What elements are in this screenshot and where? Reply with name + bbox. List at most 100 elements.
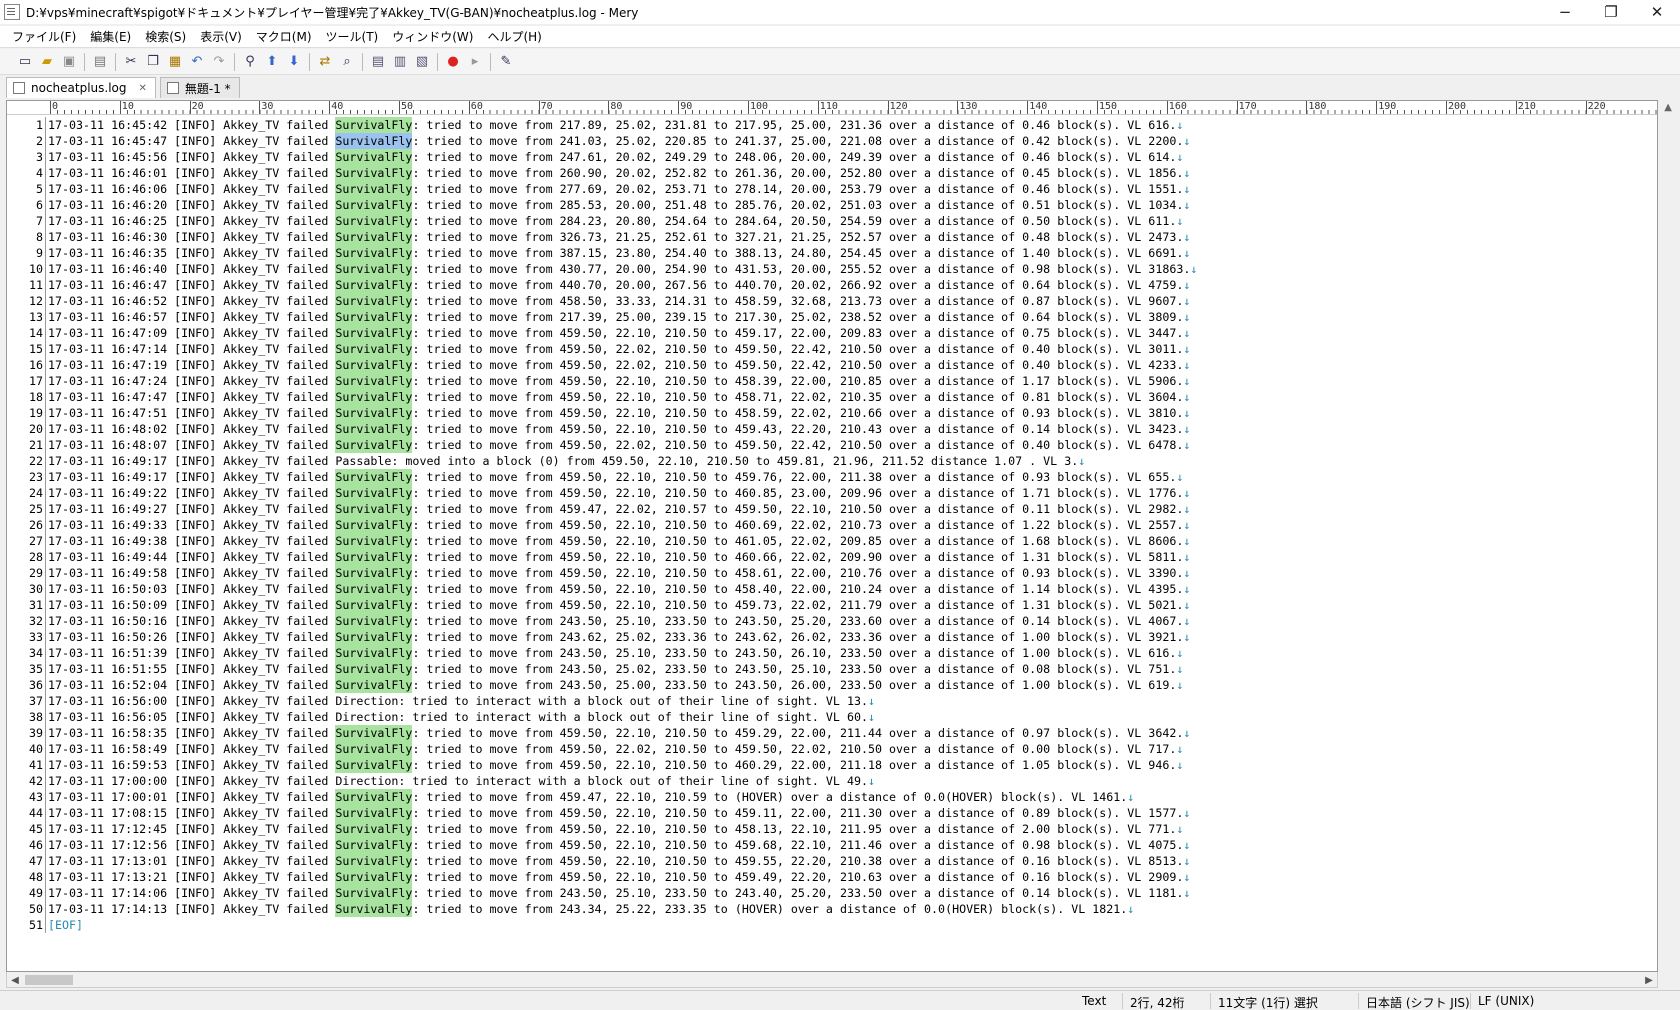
editor-line[interactable]: 49 17-03-11 17:14:06 [INFO] Akkey_TV fail… <box>7 885 1657 901</box>
editor-lines[interactable]: 1 17-03-11 16:45:42 [INFO] Akkey_TV faile… <box>7 117 1657 933</box>
status-encoding[interactable]: 日本語 (シフト JIS) <box>1366 994 1470 1010</box>
editor-line[interactable]: 22 17-03-11 16:49:17 [INFO] Akkey_TV fail… <box>7 453 1657 469</box>
editor-line[interactable]: 44 17-03-11 17:08:15 [INFO] Akkey_TV fail… <box>7 805 1657 821</box>
find-icon[interactable]: ⚲ <box>239 51 261 73</box>
editor-line[interactable]: 20 17-03-11 16:48:02 [INFO] Akkey_TV fail… <box>7 421 1657 437</box>
editor-line[interactable]: 48 17-03-11 17:13:21 [INFO] Akkey_TV fail… <box>7 869 1657 885</box>
new-file-icon[interactable]: ▭ <box>14 51 36 73</box>
editor-line[interactable]: 6 17-03-11 16:46:20 [INFO] Akkey_TV faile… <box>7 197 1657 213</box>
editor-line[interactable]: 39 17-03-11 16:58:35 [INFO] Akkey_TV fail… <box>7 725 1657 741</box>
print-icon[interactable]: ▤ <box>89 51 111 73</box>
editor-line[interactable]: 9 17-03-11 16:46:35 [INFO] Akkey_TV faile… <box>7 245 1657 261</box>
text-editor[interactable]: 0 10 20 30 40 50 60 70 80 90 100 110 120 130 140 150 160… <box>6 100 1658 972</box>
newline-marker: ↓ <box>1183 854 1191 868</box>
menu-view[interactable]: 表示(V) <box>198 26 244 47</box>
view-3-icon[interactable]: ▧ <box>411 51 433 73</box>
editor-line[interactable]: 15 17-03-11 16:47:14 [INFO] Akkey_TV fail… <box>7 341 1657 357</box>
status-line-ending[interactable]: LF (UNIX) <box>1478 994 1534 1008</box>
editor-line[interactable]: 11 17-03-11 16:46:47 [INFO] Akkey_TV fail… <box>7 277 1657 293</box>
undo-icon[interactable]: ↶ <box>186 51 208 73</box>
view-2-icon[interactable]: ▥ <box>389 51 411 73</box>
editor-line[interactable]: 19 17-03-11 16:47:51 [INFO] Akkey_TV fail… <box>7 405 1657 421</box>
editor-line[interactable]: 25 17-03-11 16:49:27 [INFO] Akkey_TV fail… <box>7 501 1657 517</box>
editor-line[interactable]: 30 17-03-11 16:50:03 [INFO] Akkey_TV fail… <box>7 581 1657 597</box>
editor-line[interactable]: 51 [EOF] <box>7 917 1657 933</box>
editor-line[interactable]: 12 17-03-11 16:46:52 [INFO] Akkey_TV fail… <box>7 293 1657 309</box>
menu-window[interactable]: ウィンドウ(W) <box>390 26 475 47</box>
editor-line[interactable]: 10 17-03-11 16:46:40 [INFO] Akkey_TV fail… <box>7 261 1657 277</box>
editor-line[interactable]: 14 17-03-11 16:47:09 [INFO] Akkey_TV fail… <box>7 325 1657 341</box>
menu-file[interactable]: ファイル(F) <box>10 26 78 47</box>
tab-close-icon[interactable]: ✕ <box>139 83 147 94</box>
editor-line[interactable]: 16 17-03-11 16:47:19 [INFO] Akkey_TV fail… <box>7 357 1657 373</box>
editor-line[interactable]: 2 17-03-11 16:45:47 [INFO] Akkey_TV faile… <box>7 133 1657 149</box>
editor-line[interactable]: 50 17-03-11 17:14:13 [INFO] Akkey_TV fail… <box>7 901 1657 917</box>
menu-help[interactable]: ヘルプ(H) <box>485 26 543 47</box>
replace-icon[interactable]: ⇄ <box>314 51 336 73</box>
editor-line[interactable]: 13 17-03-11 16:46:57 [INFO] Akkey_TV fail… <box>7 309 1657 325</box>
menu-tools[interactable]: ツール(T) <box>324 26 381 47</box>
editor-line[interactable]: 8 17-03-11 16:46:30 [INFO] Akkey_TV faile… <box>7 229 1657 245</box>
cut-icon[interactable]: ✂ <box>120 51 142 73</box>
editor-line[interactable]: 36 17-03-11 16:52:04 [INFO] Akkey_TV fail… <box>7 677 1657 693</box>
tab-nocheatplus-log[interactable]: nocheatplus.log ✕ <box>6 77 156 98</box>
tools-icon[interactable]: ✎ <box>495 51 517 73</box>
editor-line[interactable]: 33 17-03-11 16:50:26 [INFO] Akkey_TV fail… <box>7 629 1657 645</box>
editor-line[interactable]: 7 17-03-11 16:46:25 [INFO] Akkey_TV faile… <box>7 213 1657 229</box>
editor-line[interactable]: 24 17-03-11 16:49:22 [INFO] Akkey_TV fail… <box>7 485 1657 501</box>
editor-line[interactable]: 46 17-03-11 17:12:56 [INFO] Akkey_TV fail… <box>7 837 1657 853</box>
editor-line[interactable]: 41 17-03-11 16:59:53 [INFO] Akkey_TV fail… <box>7 757 1657 773</box>
editor-line[interactable]: 18 17-03-11 16:47:47 [INFO] Akkey_TV fail… <box>7 389 1657 405</box>
editor-line[interactable]: 5 17-03-11 16:46:06 [INFO] Akkey_TV faile… <box>7 181 1657 197</box>
horizontal-scrollbar[interactable]: ◀ ▶ <box>6 972 1658 988</box>
scroll-right-icon[interactable]: ▶ <box>1641 972 1657 988</box>
maximize-button[interactable]: ❐ <box>1588 0 1634 24</box>
find-next-icon[interactable]: ⬇ <box>283 51 305 73</box>
redo-icon[interactable]: ↷ <box>208 51 230 73</box>
editor-line[interactable]: 27 17-03-11 16:49:38 [INFO] Akkey_TV fail… <box>7 533 1657 549</box>
scroll-thumb[interactable] <box>25 975 73 985</box>
status-position[interactable]: 2行, 42桁 <box>1130 994 1185 1010</box>
menu-macro[interactable]: マクロ(M) <box>254 26 314 47</box>
editor-line[interactable]: 34 17-03-11 16:51:39 [INFO] Akkey_TV fail… <box>7 645 1657 661</box>
line-text: 17-03-11 17:00:01 [INFO] Akkey_TV failed <box>48 790 336 804</box>
editor-line[interactable]: 31 17-03-11 16:50:09 [INFO] Akkey_TV fail… <box>7 597 1657 613</box>
search-files-icon[interactable]: ⌕ <box>336 51 358 73</box>
editor-line[interactable]: 47 17-03-11 17:13:01 [INFO] Akkey_TV fail… <box>7 853 1657 869</box>
editor-line[interactable]: 29 17-03-11 16:49:58 [INFO] Akkey_TV fail… <box>7 565 1657 581</box>
record-macro-icon[interactable]: ● <box>442 51 464 73</box>
editor-line[interactable]: 28 17-03-11 16:49:44 [INFO] Akkey_TV fail… <box>7 549 1657 565</box>
tab-untitled-1[interactable]: 無題-1 * <box>159 77 240 98</box>
scroll-left-icon[interactable]: ◀ <box>7 972 23 988</box>
editor-line[interactable]: 23 17-03-11 16:49:17 [INFO] Akkey_TV fail… <box>7 469 1657 485</box>
copy-icon[interactable]: ❐ <box>142 51 164 73</box>
view-1-icon[interactable]: ▤ <box>367 51 389 73</box>
editor-line[interactable]: 17 17-03-11 16:47:24 [INFO] Akkey_TV fail… <box>7 373 1657 389</box>
save-icon[interactable]: ▣ <box>58 51 80 73</box>
editor-line[interactable]: 4 17-03-11 16:46:01 [INFO] Akkey_TV faile… <box>7 165 1657 181</box>
status-mode[interactable]: Text <box>1082 994 1106 1008</box>
editor-line[interactable]: 38 17-03-11 16:56:05 [INFO] Akkey_TV fail… <box>7 709 1657 725</box>
menu-edit[interactable]: 編集(E) <box>88 26 133 47</box>
menu-search[interactable]: 検索(S) <box>143 26 188 47</box>
editor-line[interactable]: 35 17-03-11 16:51:55 [INFO] Akkey_TV fail… <box>7 661 1657 677</box>
find-prev-icon[interactable]: ⬆ <box>261 51 283 73</box>
scroll-up-icon[interactable]: ▲ <box>1664 102 1672 113</box>
close-button[interactable]: ✕ <box>1634 0 1680 24</box>
editor-line[interactable]: 37 17-03-11 16:56:00 [INFO] Akkey_TV fail… <box>7 693 1657 709</box>
minimize-button[interactable]: − <box>1542 0 1588 24</box>
editor-line[interactable]: 43 17-03-11 17:00:01 [INFO] Akkey_TV fail… <box>7 789 1657 805</box>
editor-line[interactable]: 1 17-03-11 16:45:42 [INFO] Akkey_TV faile… <box>7 117 1657 133</box>
editor-line[interactable]: 26 17-03-11 16:49:33 [INFO] Akkey_TV fail… <box>7 517 1657 533</box>
editor-line[interactable]: 40 17-03-11 16:58:49 [INFO] Akkey_TV fail… <box>7 741 1657 757</box>
editor-line[interactable]: 21 17-03-11 16:48:07 [INFO] Akkey_TV fail… <box>7 437 1657 453</box>
ruler-label: 170 <box>1238 101 1257 112</box>
play-macro-icon[interactable]: ▸ <box>464 51 486 73</box>
editor-line[interactable]: 32 17-03-11 16:50:16 [INFO] Akkey_TV fail… <box>7 613 1657 629</box>
open-file-icon[interactable]: ▰ <box>36 51 58 73</box>
editor-line[interactable]: 3 17-03-11 16:45:56 [INFO] Akkey_TV faile… <box>7 149 1657 165</box>
search-highlight: SurvivalFly <box>335 357 413 373</box>
paste-icon[interactable]: ▦ <box>164 51 186 73</box>
editor-line[interactable]: 42 17-03-11 17:00:00 [INFO] Akkey_TV fail… <box>7 773 1657 789</box>
editor-line[interactable]: 45 17-03-11 17:12:45 [INFO] Akkey_TV fail… <box>7 821 1657 837</box>
